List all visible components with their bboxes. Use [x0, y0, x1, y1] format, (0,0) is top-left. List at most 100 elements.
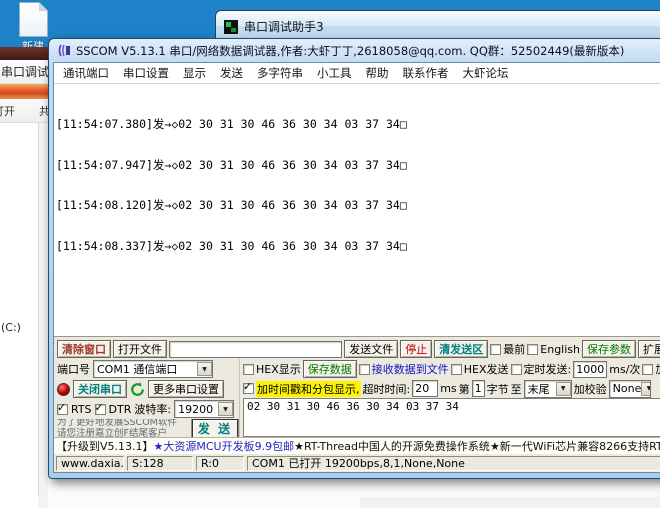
assistant-title: 串口调试助手3 — [244, 18, 324, 35]
send-options-column: HEX显示 保存数据 接收数据到文件 HEX发送 定时发送: ms/次 加回车 — [239, 359, 660, 437]
file-toolbar-row: 清除窗口 打开文件 发送文件 停止 清发送区 最前 English 保存参数 扩… — [57, 339, 660, 359]
promo-line: 请您注册嘉立创F结尾客户 — [57, 428, 189, 437]
menu-item-multi-string[interactable]: 多字符串 — [257, 65, 303, 81]
promo-line: 为了更好地发展SSCOM软件 — [57, 419, 189, 428]
chevron-down-icon[interactable]: ▼ — [641, 382, 650, 396]
screen: 新建 串口调试助手3 串口调试工 打开 共 (C:) SSCOM V5.13.1… — [0, 0, 660, 508]
rts-checkbox[interactable] — [57, 404, 68, 415]
add-cr-label: 加回车 — [655, 361, 660, 377]
ad-text-rtthread: ★RT-Thread中国人的开源免费操作系统 — [294, 438, 490, 454]
menu-item-serial-settings[interactable]: 串口设置 — [123, 65, 169, 81]
byte-start-input[interactable] — [472, 380, 485, 397]
clear-send-area-button[interactable]: 清发送区 — [434, 340, 488, 358]
hex-send-checkbox[interactable] — [451, 364, 462, 375]
byte-label: 字节 — [487, 381, 509, 397]
close-port-button[interactable]: 关闭串口 — [73, 380, 127, 398]
left-window-band — [0, 47, 48, 60]
receive-to-file-label: 接收数据到文件 — [372, 361, 449, 377]
chevron-down-icon[interactable]: ▼ — [556, 382, 571, 396]
status-website: www.daxia.com — [56, 456, 124, 471]
terminal-line: [11:54:08.337]发→◇02 30 31 30 46 36 30 34… — [56, 240, 660, 254]
timed-send-label: 定时发送: — [524, 361, 572, 377]
more-serial-settings-button[interactable]: 更多串口设置 — [148, 380, 224, 398]
menu-item-display[interactable]: 显示 — [183, 65, 206, 81]
send-data-input[interactable]: 02 30 31 30 46 36 30 34 03 37 34 — [243, 398, 660, 437]
baud-value: 19200 — [178, 403, 213, 416]
timestamp-row: 加时间戳和分包显示, 超时时间: ms 第 字节 至 末尾 ▼ — [243, 379, 660, 398]
left-window-file-area: (C:) — [0, 123, 48, 508]
chevron-down-icon[interactable]: ▼ — [197, 362, 212, 376]
dtr-checkbox[interactable] — [95, 404, 106, 415]
promo-text: 为了更好地发展SSCOM软件 请您注册嘉立创F结尾客户 — [57, 419, 189, 437]
drive-item[interactable]: (C:) — [1, 321, 21, 334]
left-window-title-fragment: 串口调试工 — [0, 60, 48, 84]
port-label: 端口号 — [57, 361, 90, 377]
open-button[interactable]: 打开 — [0, 103, 15, 119]
promo-send-row: 为了更好地发展SSCOM软件 请您注册嘉立创F结尾客户 发 送 — [57, 419, 239, 437]
byte-end-value: 末尾 — [528, 381, 550, 397]
menu-item-contact-author[interactable]: 联系作者 — [403, 65, 449, 81]
send-file-button[interactable]: 发送文件 — [344, 340, 398, 358]
chevron-down-icon[interactable]: ▼ — [218, 402, 233, 416]
com-status-light — [57, 383, 70, 396]
checksum-combobox[interactable]: None ▼ — [609, 380, 651, 398]
topmost-checkbox[interactable] — [490, 344, 501, 355]
save-params-button[interactable]: 保存参数 — [582, 340, 636, 358]
serial-config-column: 端口号 COM1 通信端口 ▼ 关闭串口 — [57, 359, 239, 437]
english-label: English — [540, 343, 580, 356]
interval-unit-label: ms/次 — [609, 361, 640, 377]
to-label: 至 — [511, 381, 522, 397]
panel-columns: 端口号 COM1 通信端口 ▼ 关闭串口 — [57, 359, 660, 437]
save-data-button[interactable]: 保存数据 — [303, 360, 357, 378]
port-action-row: 关闭串口 更多串口设置 — [57, 379, 239, 399]
options-row: HEX显示 保存数据 接收数据到文件 HEX发送 定时发送: ms/次 加回车 — [243, 359, 660, 379]
topmost-label: 最前 — [503, 341, 525, 357]
menu-item-help[interactable]: 帮助 — [366, 65, 389, 81]
checksum-label: 加校验 — [574, 381, 607, 397]
upgrade-notice[interactable]: 【升级到V5.13.1】 — [56, 438, 154, 454]
terminal-line: [11:54:07.947]发→◇02 30 31 30 46 36 30 34… — [56, 159, 660, 173]
interval-input[interactable] — [573, 361, 607, 378]
receive-area[interactable]: [11:54:07.380]发→◇02 30 31 30 46 36 30 34… — [54, 84, 660, 337]
send-button[interactable]: 发 送 — [192, 419, 238, 437]
menu-item-tools[interactable]: 小工具 — [317, 65, 352, 81]
share-button[interactable]: 共 — [39, 103, 48, 119]
ad-link-mcu-board[interactable]: ★大资源MCU开发板9.9包邮 — [154, 438, 295, 454]
clear-window-button[interactable]: 清除窗口 — [57, 340, 111, 358]
refresh-ports-icon[interactable] — [130, 382, 145, 397]
port-combobox[interactable]: COM1 通信端口 ▼ — [93, 360, 213, 378]
menu-item-send[interactable]: 发送 — [220, 65, 243, 81]
menu-item-comm-port[interactable]: 通讯端口 — [63, 65, 109, 81]
timeout-label: 超时时间: — [363, 381, 411, 397]
serial-assistant-icon — [224, 20, 238, 34]
baud-combobox[interactable]: 19200 ▼ — [174, 400, 234, 418]
timeout-input[interactable] — [412, 380, 438, 397]
timed-send-checkbox[interactable] — [511, 364, 522, 375]
dtr-label: DTR — [109, 403, 132, 416]
assistant-titlebar[interactable]: 串口调试助手3 — [216, 11, 660, 35]
stop-button[interactable]: 停止 — [400, 340, 432, 358]
timeout-unit-label: ms — [440, 382, 456, 395]
status-bar: www.daxia.com S:128 R:0 COM1 已打开 19200bp… — [54, 453, 660, 472]
extend-button[interactable]: 扩展 — [638, 340, 660, 358]
english-checkbox[interactable] — [527, 344, 538, 355]
sscom-titlebar[interactable]: SSCOM V5.13.1 串口/网络数据调试器,作者:大虾丁丁,2618058… — [49, 39, 660, 62]
add-cr-checkbox[interactable] — [642, 364, 653, 375]
menu-item-daxia-forum[interactable]: 大虾论坛 — [463, 65, 509, 81]
sscom-window: SSCOM V5.13.1 串口/网络数据调试器,作者:大虾丁丁,2618058… — [48, 38, 660, 479]
file-path-input[interactable] — [169, 341, 342, 358]
status-received-count: R:0 — [196, 456, 244, 471]
receive-to-file-checkbox[interactable] — [359, 364, 370, 375]
timestamp-checkbox[interactable] — [243, 383, 254, 394]
open-file-button[interactable]: 打开文件 — [113, 340, 167, 358]
byte-prefix-label: 第 — [459, 381, 470, 397]
baud-label: 波特率: — [134, 401, 171, 417]
byte-end-combobox[interactable]: 末尾 ▼ — [524, 380, 572, 398]
hex-display-label: HEX显示 — [256, 361, 301, 377]
terminal-line: [11:54:07.380]发→◇02 30 31 30 46 36 30 34… — [56, 118, 660, 132]
hex-display-checkbox[interactable] — [243, 364, 254, 375]
baud-row: RTS DTR 波特率: 19200 ▼ — [57, 399, 239, 419]
rts-label: RTS — [71, 403, 92, 416]
terminal-line: [11:54:08.120]发→◇02 30 31 30 46 36 30 34… — [56, 199, 660, 213]
left-window-orange-band — [0, 84, 48, 99]
